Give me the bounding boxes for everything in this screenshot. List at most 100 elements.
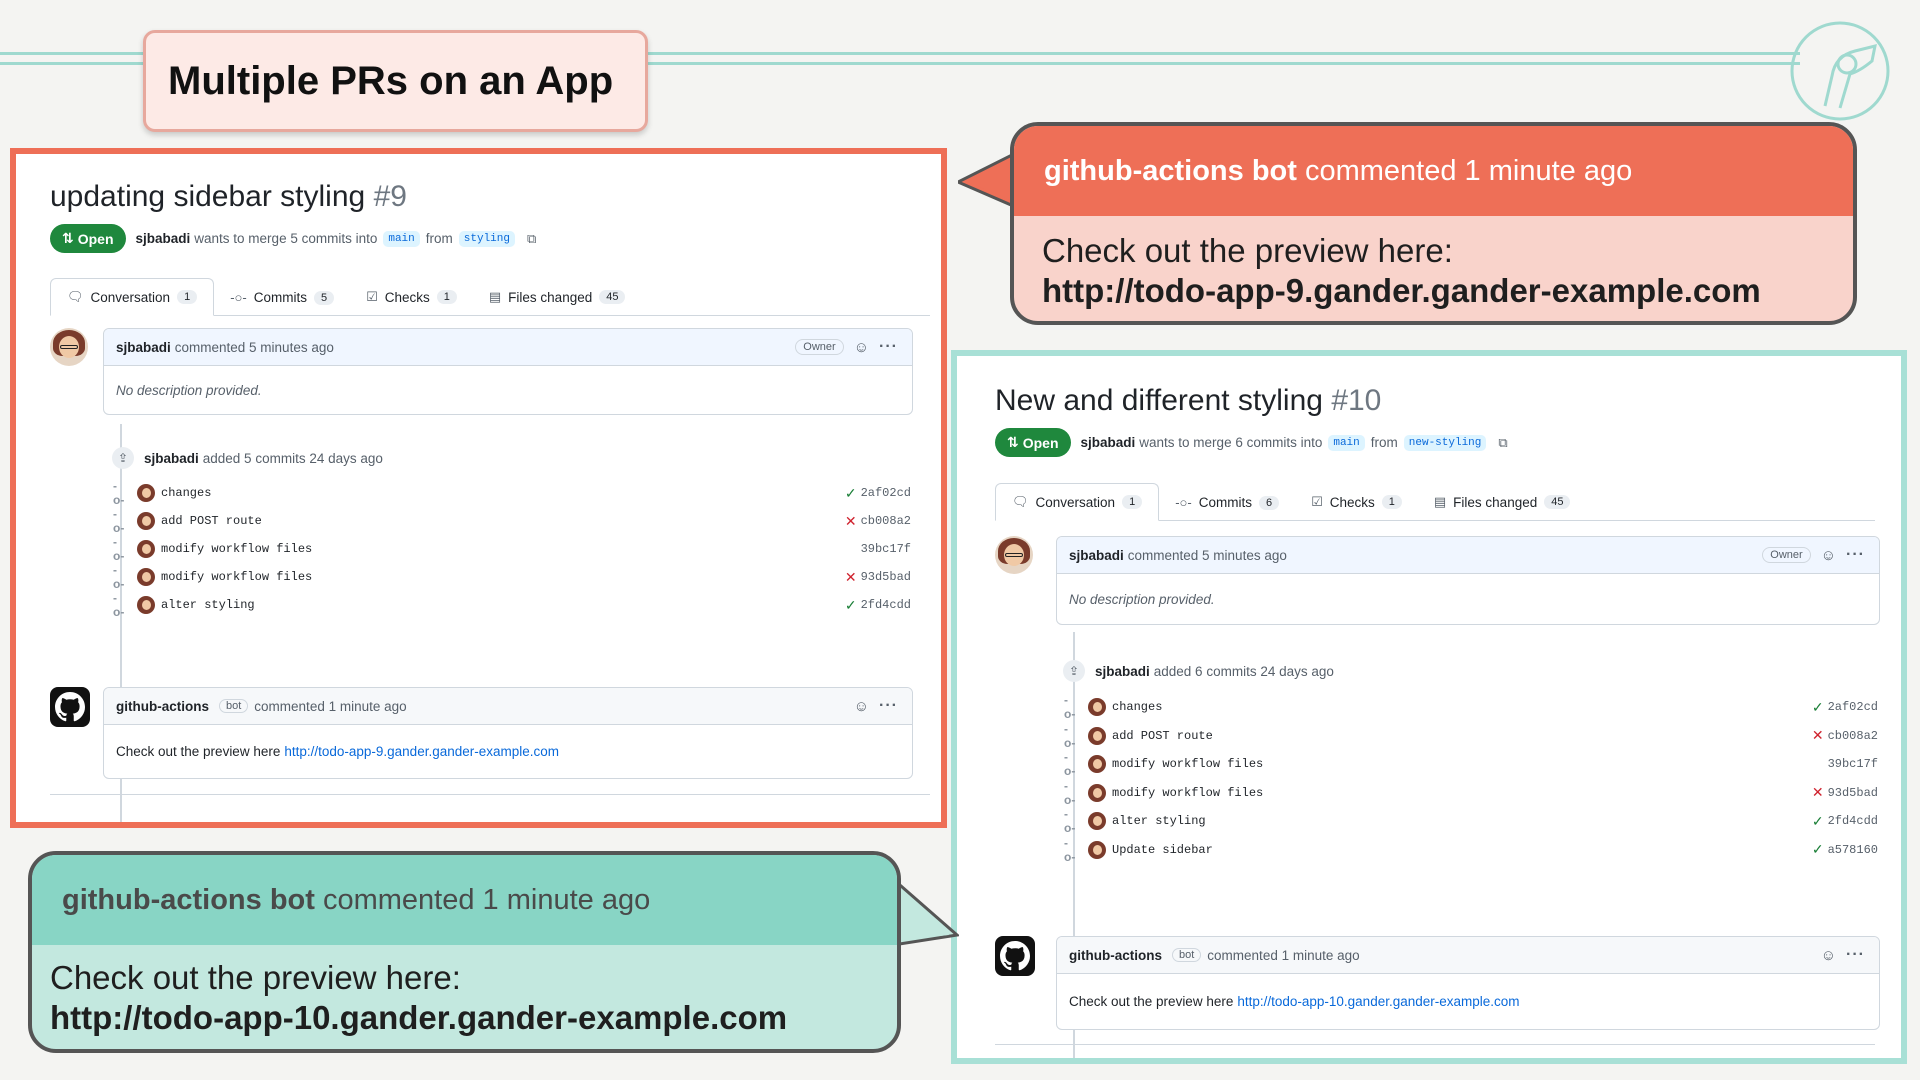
avatar[interactable] [50, 328, 88, 366]
x-icon[interactable]: ✕ [845, 513, 857, 530]
comment-body: Check out the preview here http://todo-a… [104, 725, 912, 777]
commit-sha[interactable]: 2af02cd [1828, 700, 1878, 714]
commit-sha[interactable]: a578160 [1828, 843, 1878, 857]
commit-sha[interactable]: 2af02cd [861, 486, 911, 500]
comment-author[interactable]: sjbabadi [1069, 548, 1124, 563]
commit-sha[interactable]: 39bc17f [861, 542, 911, 556]
commit-status: ✕ 93d5bad [1812, 784, 1878, 801]
commit-row[interactable]: -o-alter styling ✓ 2fd4cdd [1064, 807, 1878, 835]
commit-message[interactable]: modify workflow files [161, 542, 312, 556]
commit-message[interactable]: changes [1112, 700, 1162, 714]
commit-row[interactable]: -o- Update sidebar ✓ a578160 [1064, 836, 1878, 864]
kebab-icon[interactable]: ··· [1846, 946, 1865, 964]
head-branch[interactable]: styling [458, 230, 515, 247]
commits-author[interactable]: sjbabadi [1095, 664, 1150, 679]
commit-message[interactable]: add POST route [161, 514, 262, 528]
kebab-icon[interactable]: ··· [879, 697, 898, 715]
commit-message[interactable]: Update sidebar [1112, 843, 1213, 857]
tab-conversation[interactable]: 🗨 Conversation 1 [995, 483, 1160, 521]
bot-author[interactable]: github-actions [116, 699, 209, 714]
avatar[interactable] [137, 484, 155, 502]
avatar[interactable] [137, 568, 155, 586]
avatar[interactable] [1088, 726, 1106, 745]
head-branch[interactable]: new-styling [1403, 434, 1487, 451]
preview-link[interactable]: http://todo-app-10.gander.gander-example… [1237, 994, 1519, 1009]
commit-sha[interactable]: cb008a2 [861, 514, 911, 528]
commit-message[interactable]: changes [161, 486, 211, 500]
commit-row[interactable]: -o-alter styling ✓ 2fd4cdd [113, 591, 911, 619]
comment-header: github-actions bot commented 1 minute ag… [1057, 937, 1879, 974]
tab-files-changed[interactable]: ▤ Files changed 45 [473, 279, 642, 315]
x-icon[interactable]: ✕ [1812, 727, 1824, 744]
avatar[interactable] [1088, 755, 1106, 773]
commit-sha[interactable]: 39bc17f [1828, 757, 1878, 771]
commit-row[interactable]: -o-modify workflow files 39bc17f [1064, 750, 1878, 778]
check-icon[interactable]: ✓ [845, 485, 857, 502]
commits-author[interactable]: sjbabadi [144, 451, 199, 466]
callout-author: github-actions bot [1044, 154, 1297, 187]
commit-message[interactable]: modify workflow files [161, 570, 312, 584]
tab-commits[interactable]: -○- Commits 6 [1159, 485, 1295, 520]
github-icon[interactable] [50, 687, 90, 727]
pr-author[interactable]: sjbabadi [136, 231, 191, 246]
commit-message[interactable]: alter styling [1112, 814, 1206, 828]
avatar[interactable] [1088, 812, 1106, 830]
smiley-icon[interactable]: ☺ [854, 698, 869, 715]
avatar[interactable] [137, 512, 155, 530]
kebab-icon[interactable]: ··· [1846, 546, 1865, 564]
bot-author[interactable]: github-actions [1069, 948, 1162, 963]
merge-text: wants to merge 6 commits into [1139, 435, 1323, 450]
tab-commits[interactable]: -○- Commits 5 [214, 280, 350, 315]
commit-message[interactable]: alter styling [161, 598, 255, 612]
commit-sha[interactable]: 2fd4cdd [861, 598, 911, 612]
commit-row[interactable]: -o-modify workflow files ✕ 93d5bad [113, 563, 911, 591]
avatar[interactable] [1088, 840, 1106, 859]
pr-author[interactable]: sjbabadi [1081, 435, 1136, 450]
commit-status: ✕ cb008a2 [1812, 727, 1878, 744]
smiley-icon[interactable]: ☺ [854, 339, 869, 356]
avatar[interactable] [137, 540, 155, 558]
smiley-icon[interactable]: ☺ [1821, 547, 1836, 564]
x-icon[interactable]: ✕ [845, 569, 857, 586]
comment-author[interactable]: sjbabadi [116, 340, 171, 355]
kebab-icon[interactable]: ··· [879, 338, 898, 356]
commit-sha[interactable]: 2fd4cdd [1828, 814, 1878, 828]
avatar[interactable] [137, 596, 155, 614]
commit-message[interactable]: modify workflow files [1112, 786, 1263, 800]
commit-row[interactable]: -o-modify workflow files ✕ 93d5bad [1064, 779, 1878, 807]
commit-row[interactable]: -o-changes ✓ 2af02cd [1064, 693, 1878, 721]
github-icon[interactable] [995, 936, 1035, 976]
preview-link[interactable]: http://todo-app-9.gander.gander-example.… [284, 744, 559, 759]
repo-push-icon: ⇪ [112, 447, 134, 469]
repo-push-icon: ⇪ [1063, 660, 1085, 682]
callout-body: Check out the preview here: http://todo-… [32, 945, 897, 1037]
commit-row[interactable]: -o-add POST route ✕ cb008a2 [1064, 722, 1878, 750]
commit-sha[interactable]: cb008a2 [1828, 729, 1878, 743]
check-icon[interactable]: ✓ [1812, 841, 1824, 858]
avatar[interactable] [995, 536, 1033, 574]
commit-row[interactable]: -o-add POST route ✕ cb008a2 [113, 507, 911, 535]
pull-request-icon: ⇅ [62, 230, 74, 246]
base-branch[interactable]: main [383, 230, 420, 247]
check-icon[interactable]: ✓ [1812, 813, 1824, 830]
tab-checks[interactable]: ☑ Checks 1 [350, 279, 473, 315]
avatar[interactable] [1088, 698, 1106, 716]
smiley-icon[interactable]: ☺ [1821, 947, 1836, 964]
x-icon[interactable]: ✕ [1812, 784, 1824, 801]
avatar[interactable] [1088, 783, 1106, 802]
tab-checks[interactable]: ☑ Checks 1 [1295, 484, 1418, 520]
commit-row[interactable]: -o-changes ✓ 2af02cd [113, 479, 911, 507]
tab-files-changed[interactable]: ▤ Files changed 45 [1418, 484, 1587, 520]
commit-sha[interactable]: 93d5bad [1828, 786, 1878, 800]
copy-icon[interactable]: ⧉ [1498, 435, 1507, 451]
commit-sha[interactable]: 93d5bad [861, 570, 911, 584]
commit-row[interactable]: -o-modify workflow files 39bc17f [113, 535, 911, 563]
check-icon[interactable]: ✓ [845, 597, 857, 614]
tab-conversation[interactable]: 🗨 Conversation 1 [50, 278, 215, 316]
copy-icon[interactable]: ⧉ [527, 231, 536, 247]
commit-message[interactable]: add POST route [1112, 729, 1213, 743]
base-branch[interactable]: main [1328, 434, 1365, 451]
check-icon[interactable]: ✓ [1812, 699, 1824, 716]
commit-message[interactable]: modify workflow files [1112, 757, 1263, 771]
pr-meta: ⇅ Open sjbabadi wants to merge 6 commits … [995, 428, 1508, 457]
